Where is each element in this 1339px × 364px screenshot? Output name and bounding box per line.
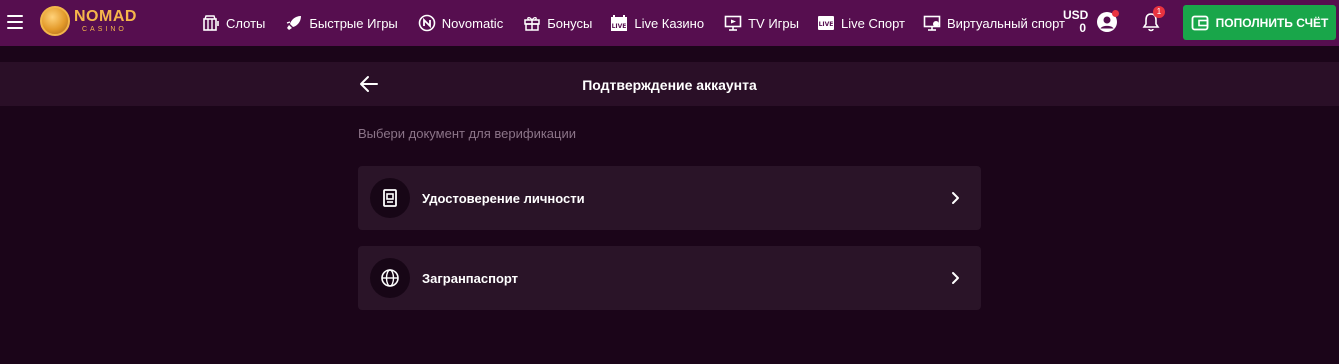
nav-label: Novomatic <box>441 15 504 31</box>
nav-label: Бонусы <box>547 15 593 31</box>
gift-icon <box>523 14 541 32</box>
document-option-label: Удостоверение личности <box>422 191 585 206</box>
svg-text:LIVE: LIVE <box>612 23 627 30</box>
nav-item-slots[interactable]: Слоты <box>202 14 265 32</box>
nav-label: Live Спорт <box>840 15 906 31</box>
logo[interactable]: NOMAD CASINO <box>40 6 137 36</box>
svg-text:LIVE: LIVE <box>819 21 834 28</box>
deposit-button[interactable]: ПОПОЛНИТЬ СЧЁТ <box>1183 5 1336 40</box>
tv-icon <box>724 14 742 32</box>
globe-icon <box>370 258 410 298</box>
user-avatar-icon[interactable] <box>1096 10 1119 33</box>
nav-item-bonuses[interactable]: Бонусы <box>523 14 592 32</box>
live-sport-icon: LIVE <box>817 14 835 32</box>
logo-main-text: NOMAD <box>74 8 137 25</box>
avatar-status-dot <box>1112 10 1119 17</box>
logo-coin-icon <box>40 6 70 36</box>
novomatic-icon <box>418 14 436 32</box>
nav-item-live-sport[interactable]: LIVE Live Спорт <box>817 14 905 32</box>
nav-label: Слоты <box>226 15 266 31</box>
document-option-id-card[interactable]: Удостоверение личности <box>358 166 981 230</box>
chevron-right-icon <box>951 271 961 285</box>
slots-icon <box>202 14 220 32</box>
virtual-sport-icon <box>923 14 941 32</box>
deposit-label: ПОПОЛНИТЬ СЧЁТ <box>1215 15 1329 30</box>
top-bar: NOMAD CASINO Слоты Быстрые Игры Novomati… <box>0 0 1339 46</box>
document-option-passport[interactable]: Загранпаспорт <box>358 246 981 310</box>
nav-label: Live Казино <box>634 15 705 31</box>
nav-label: TV Игры <box>748 15 799 31</box>
wallet-amount: 0 <box>1079 21 1087 35</box>
notifications-bell-icon[interactable]: 1 <box>1141 6 1165 32</box>
main-nav: Слоты Быстрые Игры Novomatic Бонусы LIVE… <box>202 0 1065 46</box>
wallet-balance[interactable]: USD 0 <box>1063 9 1088 34</box>
document-option-label: Загранпаспорт <box>422 271 519 286</box>
nav-item-novomatic[interactable]: Novomatic <box>418 14 503 32</box>
rocket-icon <box>285 14 303 32</box>
id-card-icon <box>370 178 410 218</box>
live-casino-icon: LIVE <box>610 14 628 32</box>
nav-label: Быстрые Игры <box>309 15 398 31</box>
nav-item-fast-games[interactable]: Быстрые Игры <box>285 14 398 32</box>
nav-label: Виртуальный спорт <box>947 15 1065 31</box>
notifications-badge: 1 <box>1153 6 1165 18</box>
wallet-currency: USD <box>1063 8 1089 22</box>
wallet-icon <box>1191 15 1209 30</box>
chevron-right-icon <box>951 191 961 205</box>
verification-hint: Выбери документ для верификации <box>358 126 576 141</box>
page-header: Подтверждение аккаунта <box>0 62 1339 106</box>
nav-item-tv-games[interactable]: TV Игры <box>724 14 799 32</box>
menu-icon[interactable] <box>7 15 23 29</box>
nav-item-virtual-sport[interactable]: Виртуальный спорт <box>923 14 1065 32</box>
logo-sub-text: CASINO <box>82 26 127 33</box>
nav-item-live-casino[interactable]: LIVE Live Казино <box>610 14 704 32</box>
page-title: Подтверждение аккаунта <box>582 77 757 93</box>
